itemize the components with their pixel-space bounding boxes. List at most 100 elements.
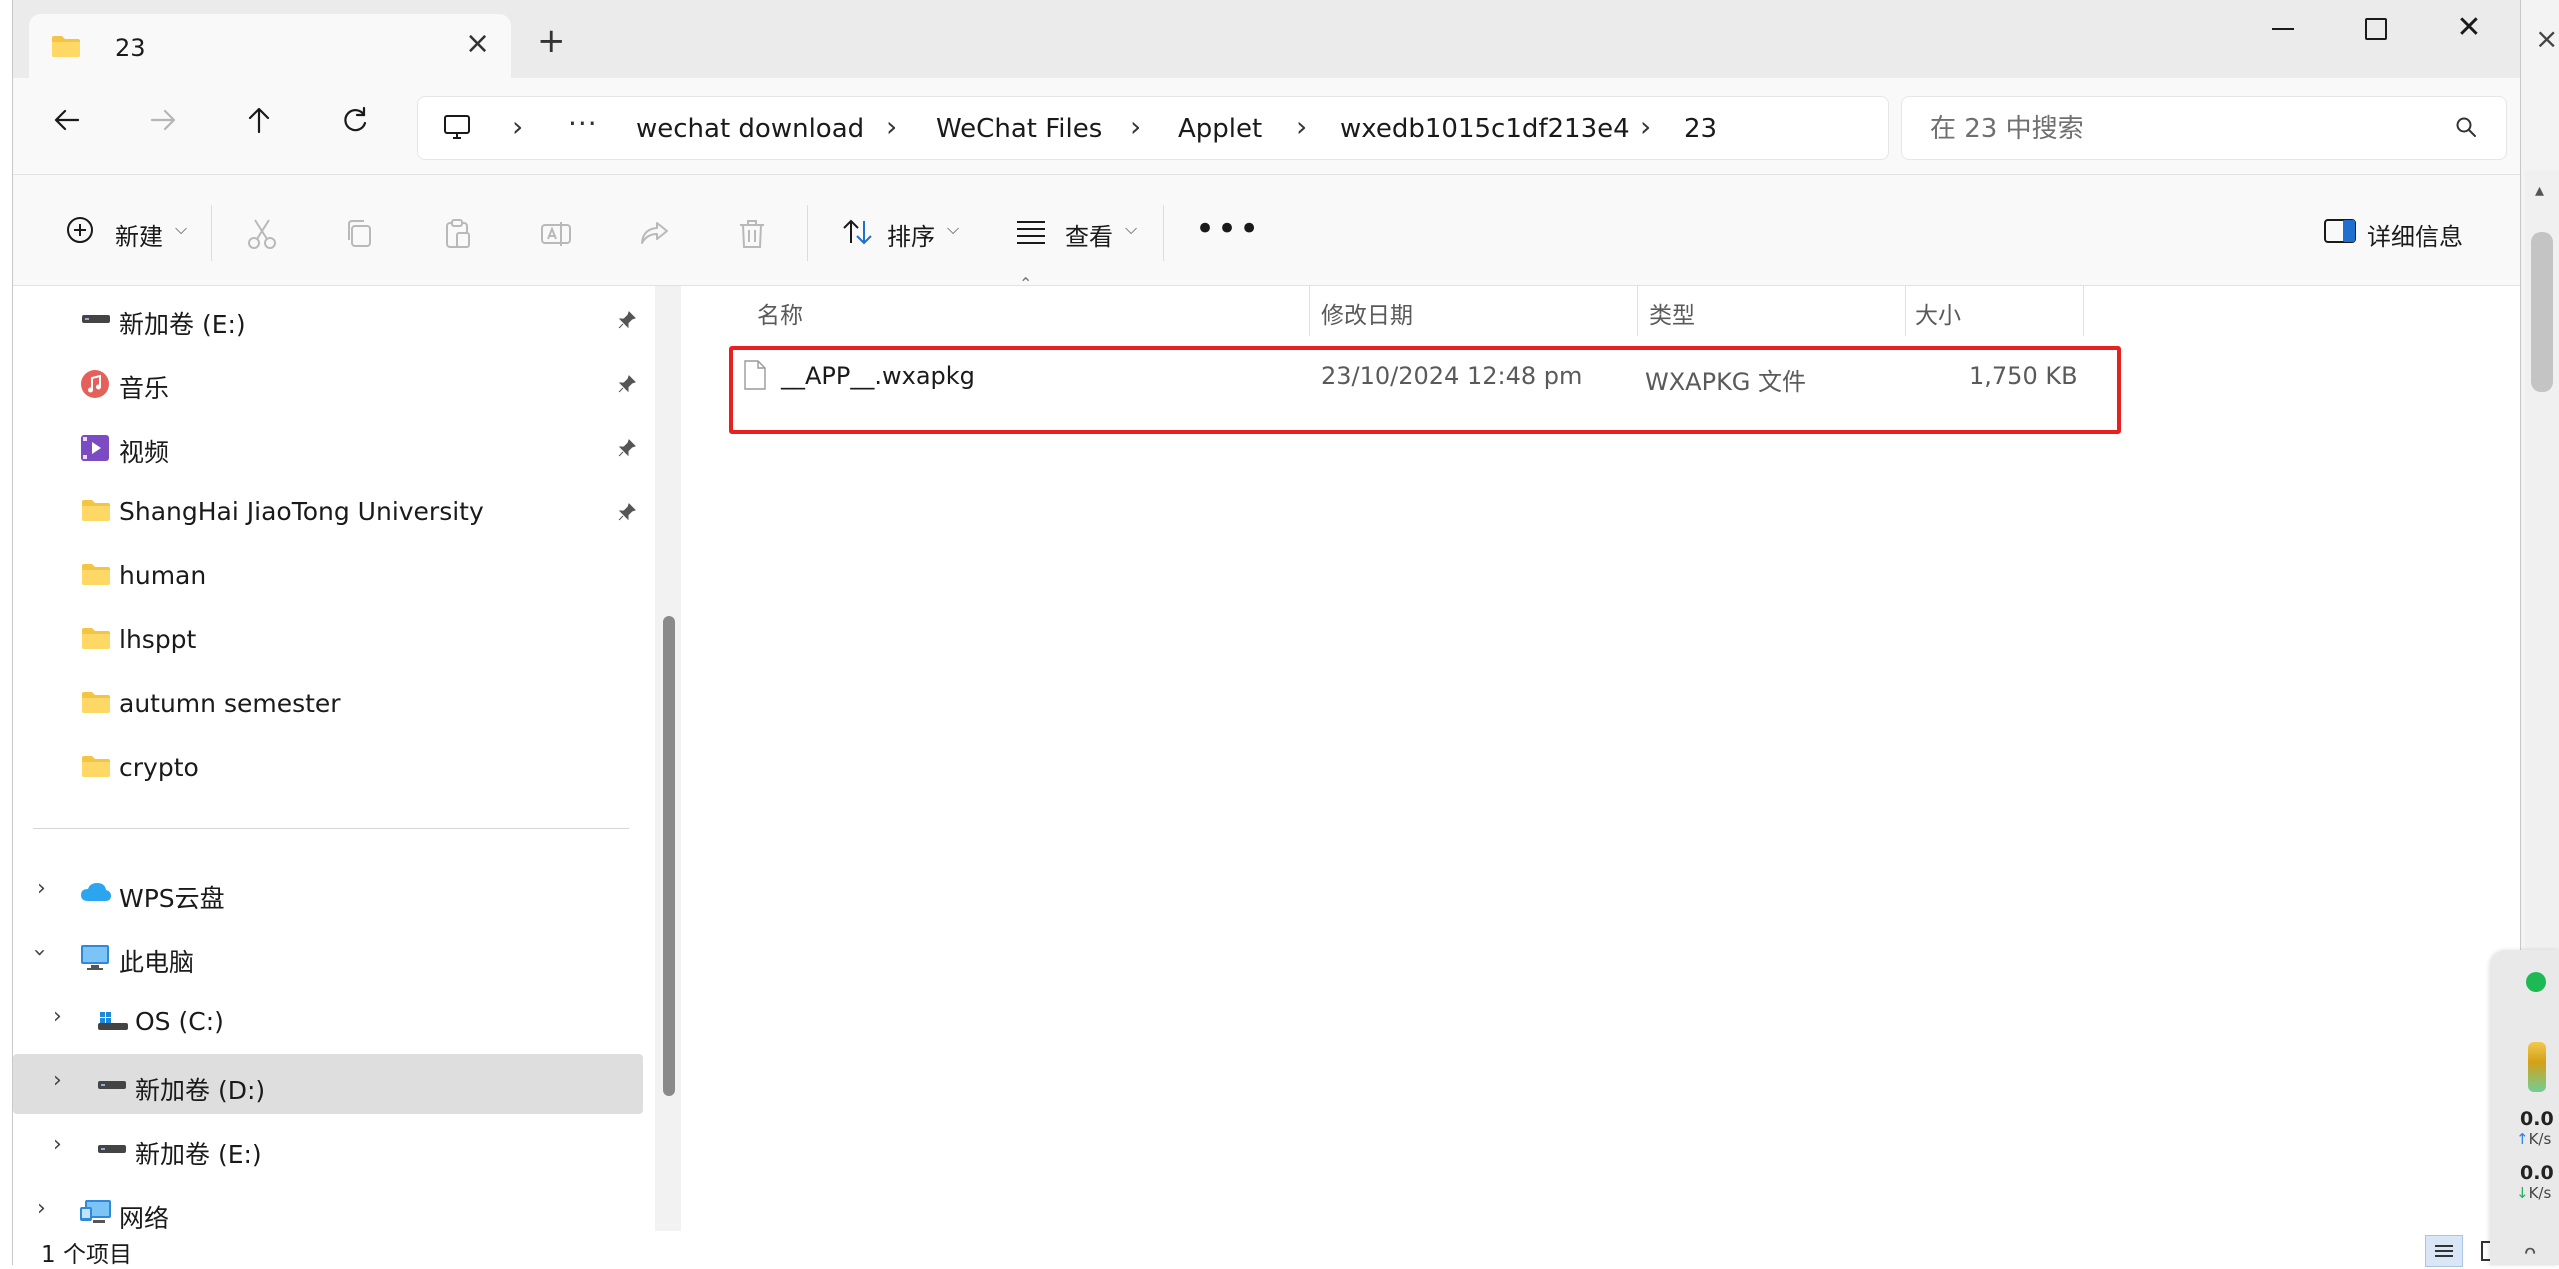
navigation-bar: › ··· wechat download › WeChat Files › A… — [13, 78, 2520, 175]
chevron-right-icon[interactable]: › — [37, 1196, 46, 1221]
network-speed-widget[interactable]: 0.0 ↑K/s 0.0 ↓K/s ᴖ — [2490, 950, 2559, 1265]
sidebar-item-autumn-semester[interactable]: autumn semester — [13, 672, 643, 732]
view-button[interactable]: 查看 ⌵ — [1003, 203, 1153, 259]
share-icon[interactable] — [637, 217, 671, 255]
breadcrumb-chevron-icon[interactable]: › — [1130, 110, 1141, 143]
sidebar-divider — [33, 828, 629, 829]
sidebar-item-drive-d[interactable]: › 新加卷 (D:) — [13, 1054, 643, 1114]
breadcrumb-overflow-button[interactable]: ··· — [568, 107, 598, 140]
new-button[interactable]: 新建 ⌵ — [53, 203, 203, 259]
column-header-size[interactable]: 大小 — [1915, 296, 1961, 330]
search-input[interactable] — [1928, 111, 2432, 147]
close-tab-icon[interactable]: × — [465, 26, 490, 61]
chevron-down-icon: ⌵ — [1125, 219, 1138, 238]
sidebar-item-label: crypto — [119, 753, 199, 782]
breadcrumb-chevron-icon[interactable]: › — [886, 110, 897, 143]
navigation-pane-scrollbar[interactable] — [655, 286, 681, 1231]
breadcrumb-applet[interactable]: Applet — [1178, 114, 1262, 144]
back-button[interactable] — [43, 102, 91, 150]
sidebar-item-shanghai-jiaotong[interactable]: ShangHai JiaoTong University — [13, 480, 643, 540]
maximize-button[interactable] — [2336, 6, 2416, 50]
red-highlight-annotation — [729, 346, 2121, 434]
sidebar-item-crypto[interactable]: crypto — [13, 736, 643, 796]
folder-icon — [82, 756, 110, 777]
chevron-right-icon[interactable]: › — [53, 1004, 62, 1029]
column-header-modified[interactable]: 修改日期 — [1321, 296, 1413, 330]
folder-icon — [82, 628, 110, 649]
title-bar: 23 × + ✕ — [13, 0, 2520, 78]
sidebar-item-label: 网络 — [119, 1204, 170, 1231]
pin-icon[interactable] — [617, 374, 637, 398]
sort-ascending-icon: ⌃ — [1019, 274, 1033, 293]
sort-button[interactable]: 排序 ⌵ — [833, 203, 973, 259]
column-header-name[interactable]: 名称 — [757, 296, 803, 330]
sidebar-item-label: autumn semester — [119, 689, 341, 718]
scroll-up-arrow-icon[interactable]: ▴ — [2535, 180, 2544, 201]
rename-icon[interactable] — [539, 217, 573, 255]
chevron-down-icon: ⌵ — [947, 219, 960, 238]
sidebar-item-label: OS (C:) — [135, 1007, 224, 1036]
search-box[interactable] — [1901, 96, 2507, 160]
breadcrumb-wxedb1015c1df213e4[interactable]: wxedb1015c1df213e4 — [1340, 114, 1630, 144]
sidebar-item-os-c[interactable]: › OS (C:) — [13, 990, 643, 1050]
details-view-button[interactable] — [2425, 1235, 2463, 1267]
column-header-type[interactable]: 类型 — [1649, 296, 1695, 330]
cut-icon[interactable] — [245, 217, 279, 255]
computer-icon[interactable] — [442, 112, 472, 146]
chevron-right-icon[interactable]: › — [53, 1132, 62, 1157]
close-window-button[interactable]: ✕ — [2429, 6, 2509, 50]
breadcrumb-current-folder[interactable]: 23 — [1684, 114, 1717, 144]
sidebar-item-music[interactable]: 音乐 — [13, 352, 643, 412]
sort-label: 排序 — [887, 223, 935, 251]
chevron-right-icon[interactable]: › — [37, 876, 46, 901]
column-divider[interactable] — [1309, 286, 1310, 336]
computer-icon — [81, 945, 109, 970]
file-explorer-window: 23 × + ✕ › ··· wechat download › WeChat … — [12, 0, 2521, 1268]
sidebar-item-human[interactable]: human — [13, 544, 643, 604]
minimize-button[interactable] — [2243, 6, 2323, 50]
delete-icon[interactable] — [735, 217, 769, 255]
sidebar-item-this-pc[interactable]: › 此电脑 — [13, 926, 643, 986]
view-label: 查看 — [1065, 223, 1113, 251]
sidebar-item-videos[interactable]: 视频 — [13, 416, 643, 476]
sidebar-item-label: 视频 — [119, 438, 170, 467]
more-options-button[interactable]: ••• — [1195, 209, 1261, 249]
column-divider[interactable] — [1637, 286, 1638, 336]
drive-icon — [98, 1081, 126, 1089]
sidebar-item-label: human — [119, 561, 207, 590]
refresh-button[interactable] — [331, 102, 379, 150]
background-scroll-thumb[interactable] — [2531, 232, 2553, 392]
new-tab-button[interactable]: + — [537, 24, 566, 58]
forward-button[interactable] — [139, 102, 187, 150]
view-lines-icon — [1017, 221, 1045, 244]
usage-bar-icon — [2528, 1042, 2546, 1092]
chevron-down-icon[interactable]: › — [27, 948, 52, 957]
column-divider[interactable] — [1905, 286, 1906, 336]
breadcrumb-wechat-download[interactable]: wechat download — [636, 114, 864, 144]
folder-icon — [82, 500, 110, 521]
sidebar-item-wps-cloud[interactable]: › WPS云盘 — [13, 862, 643, 922]
address-bar[interactable]: › ··· wechat download › WeChat Files › A… — [417, 96, 1889, 160]
sidebar-item-label: lhsppt — [119, 625, 197, 654]
breadcrumb-chevron-icon[interactable]: › — [1296, 110, 1307, 143]
breadcrumb-chevron-icon[interactable]: › — [512, 110, 523, 143]
sidebar-item-lhsppt[interactable]: lhsppt — [13, 608, 643, 668]
copy-icon[interactable] — [343, 217, 377, 255]
tab-current-folder[interactable]: 23 × — [29, 14, 511, 78]
sidebar-item-drive-e-pinned[interactable]: 新加卷 (E:) — [13, 288, 643, 348]
navigation-pane-scroll-thumb[interactable] — [663, 616, 675, 1096]
pin-icon[interactable] — [617, 310, 637, 334]
sidebar-item-label: ShangHai JiaoTong University — [119, 497, 484, 526]
column-divider[interactable] — [2083, 286, 2084, 336]
breadcrumb-wechat-files[interactable]: WeChat Files — [936, 114, 1102, 144]
pin-icon[interactable] — [617, 502, 637, 526]
up-button[interactable] — [235, 102, 283, 150]
paste-icon[interactable] — [441, 217, 475, 255]
chevron-right-icon[interactable]: › — [53, 1068, 62, 1093]
details-pane-button[interactable]: 详细信息 — [2313, 203, 2473, 259]
search-icon[interactable] — [2454, 115, 2478, 143]
sidebar-item-network[interactable]: › 网络 — [13, 1182, 643, 1231]
pin-icon[interactable] — [617, 438, 637, 462]
sidebar-item-drive-e[interactable]: › 新加卷 (E:) — [13, 1118, 643, 1178]
breadcrumb-chevron-icon[interactable]: › — [1640, 110, 1651, 143]
